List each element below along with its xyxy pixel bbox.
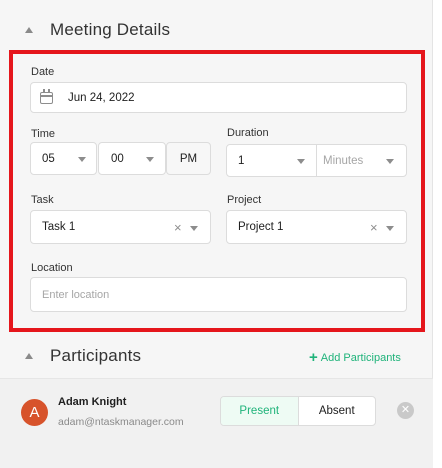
chevron-down-icon [78,157,86,162]
date-picker[interactable]: Jun 24, 2022 [30,82,407,113]
add-participants-label: Add Participants [320,351,401,364]
duration-unit-select[interactable]: Minutes [323,155,363,167]
duration-field[interactable]: 1 Minutes [226,144,407,177]
present-button[interactable]: Present [221,397,299,425]
chevron-down-icon [386,226,394,231]
participant-name: Adam Knight [58,396,127,408]
minute-value: 00 [111,152,124,165]
chevron-down-icon [146,157,154,162]
participants-title: Participants [50,346,142,365]
meeting-details-title: Meeting Details [50,20,171,39]
date-label: Date [31,66,55,78]
time-label: Time [31,128,56,140]
location-label: Location [31,262,73,274]
remove-participant-icon[interactable]: ✕ [397,402,414,419]
chevron-down-icon [386,159,394,164]
duration-label: Duration [227,127,269,139]
project-value: Project 1 [238,221,284,233]
minute-select[interactable]: 00 [98,142,166,175]
hour-select[interactable]: 05 [30,142,97,175]
meeting-panel: Meeting Details Date Jun 24, 2022 Time 0… [0,0,433,468]
absent-button[interactable]: Absent [299,397,376,425]
add-participants-button[interactable]: + Add Participants [309,350,401,365]
date-value: Jun 24, 2022 [68,91,135,104]
participant-email: adam@ntaskmanager.com [58,416,184,428]
meeting-details-header[interactable]: Meeting Details [0,8,433,52]
chevron-down-icon [190,226,198,231]
collapse-caret-icon[interactable] [25,353,33,359]
location-placeholder: Enter location [42,288,110,301]
task-value: Task 1 [42,221,76,233]
am-pm-toggle[interactable]: PM [166,142,211,175]
project-label: Project [227,194,262,206]
clear-icon[interactable]: × [370,221,378,234]
clear-icon[interactable]: × [174,221,182,234]
duration-value: 1 [238,154,245,167]
chevron-down-icon [297,159,305,164]
collapse-caret-icon[interactable] [25,27,33,33]
hour-value: 05 [42,152,55,165]
avatar: A [21,399,48,426]
plus-icon: + [309,349,318,366]
task-select[interactable]: Task 1 × [30,210,211,244]
attendance-toggle: Present Absent [220,396,376,426]
location-input[interactable]: Enter location [30,277,407,312]
project-select[interactable]: Project 1 × [226,210,407,244]
period-value: PM [179,152,198,165]
calendar-icon [40,89,53,104]
task-label: Task [31,194,54,206]
